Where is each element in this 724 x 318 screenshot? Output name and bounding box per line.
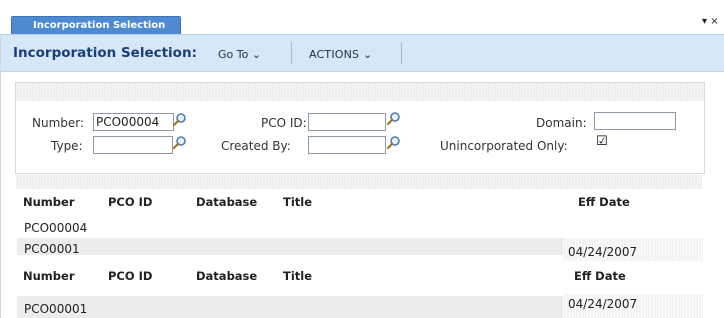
- column-database[interactable]: Database: [196, 269, 257, 283]
- search-form-header: [16, 83, 704, 101]
- domain-label: Domain:: [536, 116, 587, 130]
- created-by-field[interactable]: [308, 136, 386, 154]
- created-by-label: Created By:: [221, 139, 291, 153]
- created-by-search-icon[interactable]: [386, 135, 401, 150]
- toolbar-divider: [291, 42, 292, 64]
- table-row[interactable]: [17, 238, 563, 255]
- table-row-number[interactable]: PCO00004: [24, 221, 87, 235]
- panel-border: [0, 34, 1, 318]
- table-row-eff-date: 04/24/2007: [568, 297, 638, 311]
- type-search-icon[interactable]: [172, 135, 187, 150]
- column-number[interactable]: Number: [23, 269, 75, 283]
- column-eff-date[interactable]: Eff Date: [574, 269, 626, 283]
- number-label: Number:: [32, 116, 85, 130]
- page-title: Incorporation Selection:: [13, 45, 197, 61]
- unincorporated-only-checkbox[interactable]: ☑: [596, 135, 608, 149]
- pco-id-search-icon[interactable]: [386, 111, 401, 126]
- domain-field[interactable]: [594, 112, 676, 130]
- table-row[interactable]: [17, 296, 563, 318]
- column-pco-id[interactable]: PCO ID: [108, 269, 152, 283]
- column-database[interactable]: Database: [196, 195, 257, 209]
- table-row-eff-date: 04/24/2007: [568, 245, 638, 259]
- column-eff-date[interactable]: Eff Date: [578, 195, 630, 209]
- pco-id-field[interactable]: [308, 113, 386, 131]
- tab-label: Incorporation Selection: [33, 20, 166, 31]
- number-search-icon[interactable]: [172, 112, 187, 127]
- type-field[interactable]: [93, 136, 173, 154]
- column-pco-id[interactable]: PCO ID: [108, 195, 152, 209]
- column-title[interactable]: Title: [283, 195, 312, 209]
- actions-menu[interactable]: ACTIONS ⌄: [309, 48, 372, 61]
- tab-menu-close-icon[interactable]: ▾ ×: [702, 16, 719, 27]
- goto-menu[interactable]: Go To ⌄: [218, 48, 261, 61]
- tab-incorporation-selection[interactable]: Incorporation Selection: [11, 16, 181, 36]
- results-header-band: [16, 175, 702, 189]
- type-label: Type:: [51, 139, 83, 153]
- column-title[interactable]: Title: [283, 269, 312, 283]
- table-row-number[interactable]: PCO00001: [24, 302, 87, 316]
- unincorporated-only-label: Unincorporated Only:: [440, 139, 568, 153]
- toolbar-divider: [401, 42, 402, 64]
- table-row-number[interactable]: PCO0001: [24, 242, 80, 256]
- number-field[interactable]: PCO00004: [93, 113, 174, 131]
- column-number[interactable]: Number: [23, 195, 75, 209]
- pco-id-label: PCO ID:: [261, 116, 307, 130]
